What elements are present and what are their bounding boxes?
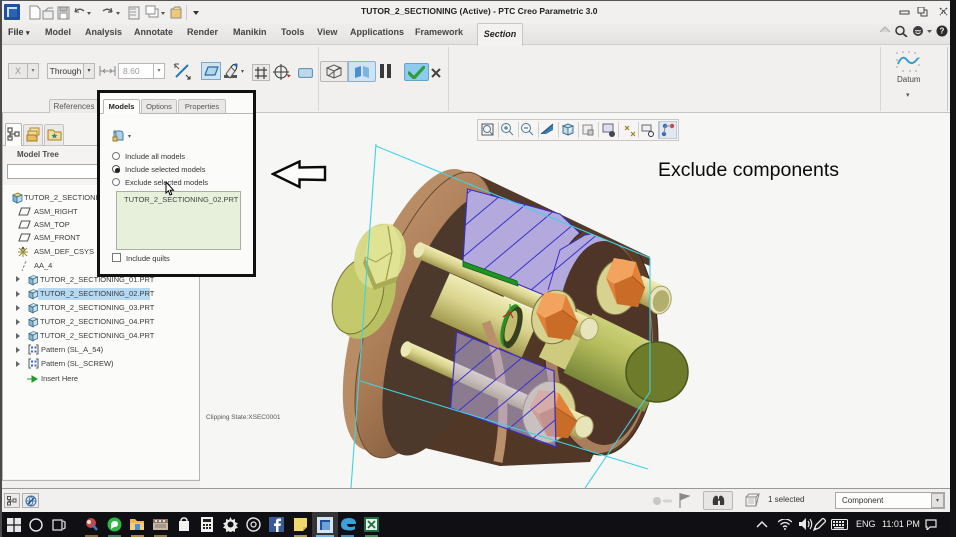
svg-text:?: ? xyxy=(940,27,945,36)
